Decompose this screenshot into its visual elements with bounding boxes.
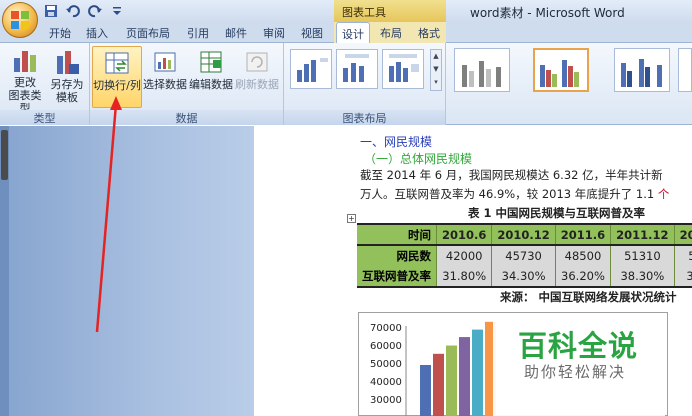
refresh-data-button[interactable]: 刷新数据	[234, 46, 280, 106]
table-cell: 36.20%	[555, 266, 612, 288]
table-cell: 45730	[491, 245, 556, 266]
table-source: 来源： 中国互联网络发展状况统计	[500, 290, 677, 304]
chart-style-1[interactable]	[454, 48, 510, 92]
layout-scroll-arrows[interactable]: ▲ ▼ ▾	[430, 49, 442, 91]
table-header-cell: 2010.12	[491, 223, 556, 246]
chart-layout-3[interactable]	[382, 49, 424, 89]
y-tick-label: 30000	[370, 395, 402, 406]
table-cell: 48500	[555, 245, 612, 266]
type-group-label: 类型	[0, 110, 89, 125]
chart-type-icon	[11, 46, 39, 74]
tab-references[interactable]: 引用	[182, 22, 214, 43]
table-header-cell: 2011.12	[610, 223, 675, 246]
table-cell: 51310	[610, 245, 675, 266]
edit-data-label: 编辑数据	[189, 78, 233, 91]
redo-icon[interactable]	[86, 2, 103, 19]
edit-data-icon	[197, 46, 225, 76]
table-header-cell: 2012	[674, 223, 692, 246]
switch-row-column-label: 切换行/列	[93, 79, 141, 92]
change-chart-type-button[interactable]: 更改 图表类型	[4, 46, 46, 115]
save-as-template-button[interactable]: 另存为 模板	[48, 46, 86, 106]
chart-layout-1[interactable]	[290, 49, 332, 89]
office-button[interactable]	[2, 2, 38, 38]
table-row-label: 互联网普及率	[357, 266, 437, 288]
chart-style-2[interactable]	[533, 48, 589, 92]
refresh-data-label: 刷新数据	[235, 78, 279, 91]
table-row: 互联网普及率 31.80% 34.30% 36.20% 38.30% 39.	[357, 266, 692, 288]
select-data-button[interactable]: 选择数据	[142, 46, 188, 106]
data-group-label: 数据	[90, 110, 283, 125]
undo-icon[interactable]	[64, 2, 81, 19]
table-cell: 39.	[674, 266, 692, 288]
y-tick-label: 70000	[370, 323, 402, 334]
y-tick-label: 40000	[370, 377, 402, 388]
chart-layout-2[interactable]	[336, 49, 378, 89]
paragraph-line-2-text: 万人。互联网普及率为 46.9%，较 2013 年底提升了 1.1	[360, 187, 658, 201]
edit-data-button[interactable]: 编辑数据	[188, 46, 234, 106]
table-title: 表 1 中国网民规模与互联网普及率	[468, 206, 646, 220]
table-row-label: 网民数	[357, 245, 437, 266]
table-header-label: 时间	[357, 223, 437, 246]
table-cell: 31.80%	[436, 266, 493, 288]
tab-layout[interactable]: 布局	[374, 22, 408, 43]
switch-row-column-icon	[103, 47, 131, 77]
table-cell: 42000	[436, 245, 493, 266]
tab-design[interactable]: 设计	[336, 22, 370, 44]
document-background-left	[0, 126, 254, 416]
ribbon: 更改 图表类型 另存为 模板 类型 切换行/列 选择数据 编辑数据 刷新数据 数…	[0, 43, 692, 125]
watermark-subtitle: 助你轻松解决	[524, 363, 627, 381]
paragraph-line-2-highlight: 个	[657, 187, 670, 201]
window-title: word素材 - Microsoft Word	[470, 6, 625, 20]
y-tick-label: 60000	[370, 341, 402, 352]
chart-style-4-partial[interactable]	[678, 48, 692, 92]
tab-review[interactable]: 审阅	[258, 22, 290, 43]
chart-tools-label: 图表工具	[334, 0, 446, 22]
refresh-data-icon	[243, 46, 271, 76]
customize-toolbar-icon[interactable]	[108, 2, 125, 19]
stats-table: 时间 2010.6 2010.12 2011.6 2011.12 2012 网民…	[357, 223, 692, 288]
tab-page-layout[interactable]: 页面布局	[120, 22, 176, 43]
ruler-marker[interactable]	[1, 130, 8, 180]
table-cell: 53	[674, 245, 692, 266]
paragraph-line-1: 截至 2014 年 6 月，我国网民规模达 6.32 亿，半年共计新	[360, 168, 663, 182]
tab-insert[interactable]: 插入	[80, 22, 114, 43]
tab-format[interactable]: 格式	[412, 22, 446, 43]
chart-styles-group	[446, 43, 692, 125]
tab-home[interactable]: 开始	[44, 22, 76, 43]
save-icon[interactable]	[42, 2, 59, 19]
select-data-label: 选择数据	[143, 78, 187, 91]
table-row: 网民数 42000 45730 48500 51310 53	[357, 245, 692, 266]
watermark-title: 百科全说	[518, 329, 639, 363]
tab-view[interactable]: 视图	[296, 22, 328, 43]
table-move-handle[interactable]: +	[347, 214, 356, 223]
switch-row-column-button[interactable]: 切换行/列	[92, 46, 142, 108]
table-cell: 34.30%	[491, 266, 556, 288]
select-data-icon	[151, 46, 179, 76]
table-header-cell: 2010.6	[436, 223, 493, 246]
type-group: 更改 图表类型 另存为 模板 类型	[0, 43, 90, 125]
quick-access-toolbar	[42, 2, 125, 19]
table-header-row: 时间 2010.6 2010.12 2011.6 2011.12 2012	[357, 223, 692, 246]
chart-style-3[interactable]	[614, 48, 670, 92]
heading-2: （一）总体网民规模	[364, 152, 473, 166]
save-template-icon	[53, 46, 81, 76]
paragraph-line-2: 万人。互联网普及率为 46.9%，较 2013 年底提升了 1.1 个	[360, 186, 669, 202]
table-header-cell: 2011.6	[555, 223, 612, 246]
chart-layout-group: ▲ ▼ ▾ 图表布局	[284, 43, 446, 125]
table-cell: 38.30%	[610, 266, 675, 288]
save-as-template-label: 另存为 模板	[50, 78, 84, 104]
office-logo-icon	[11, 11, 29, 29]
heading-1: 一、网民规模	[360, 135, 433, 149]
chart-layout-group-label: 图表布局	[284, 110, 445, 125]
data-group: 切换行/列 选择数据 编辑数据 刷新数据 数据	[90, 43, 284, 125]
y-tick-label: 50000	[370, 359, 402, 370]
tab-mailings[interactable]: 邮件	[220, 22, 252, 43]
